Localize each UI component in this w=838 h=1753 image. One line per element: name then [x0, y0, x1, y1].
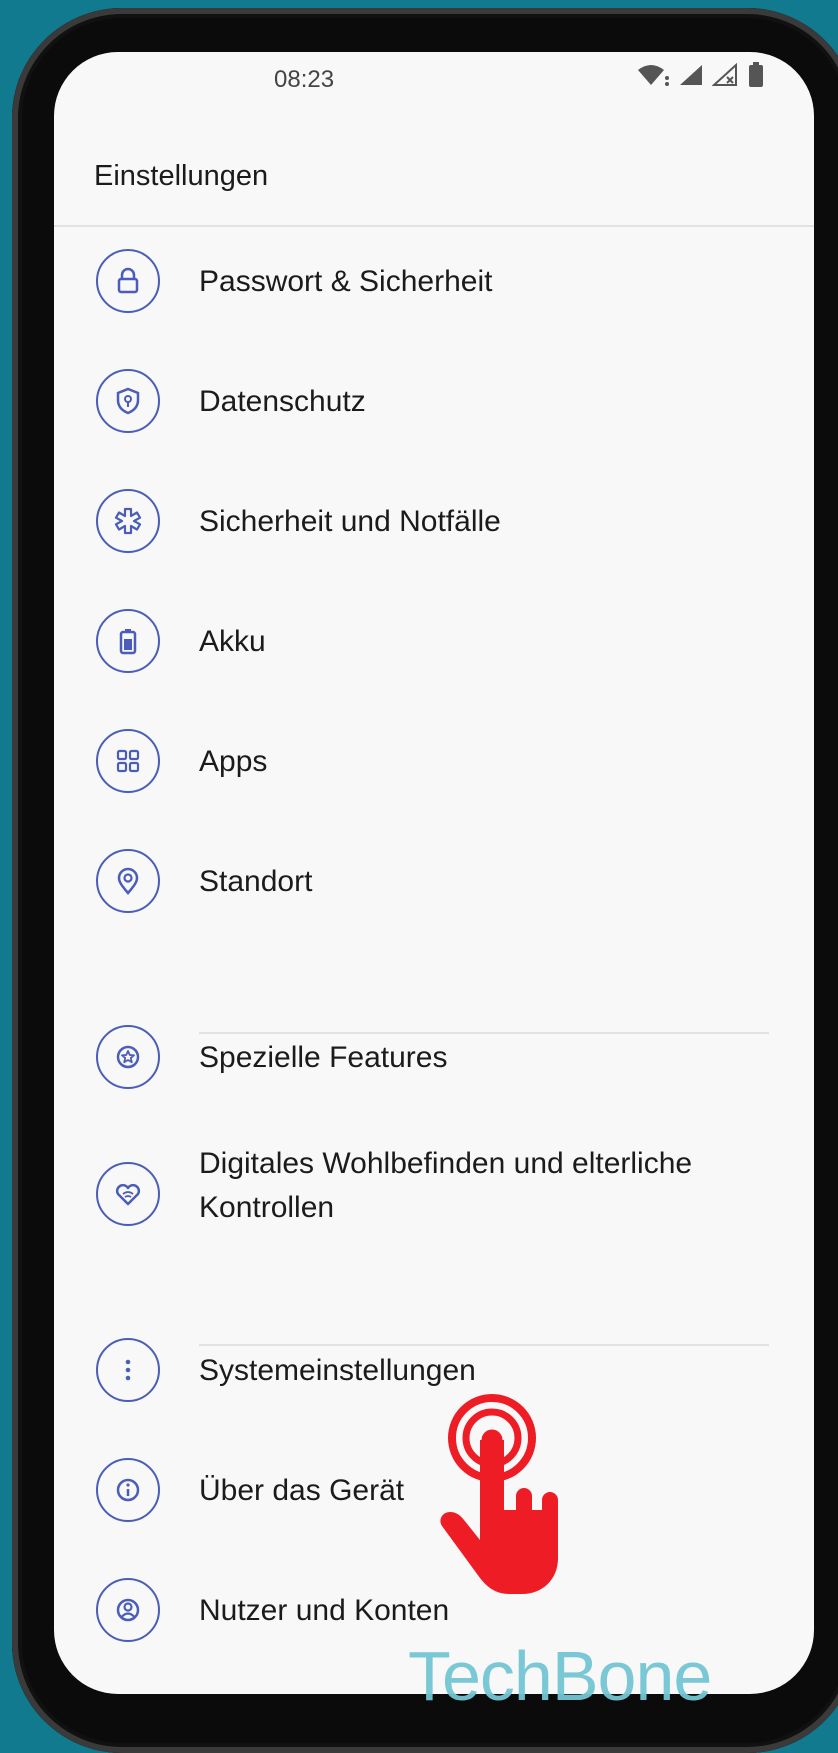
- battery-icon: [96, 609, 160, 673]
- battery-status-icon: [748, 62, 764, 88]
- settings-item-label: Datenschutz: [199, 385, 366, 418]
- settings-item-apps[interactable]: Apps: [54, 708, 814, 818]
- settings-item-special-features[interactable]: Spezielle Features: [54, 1004, 814, 1114]
- status-icons: [636, 62, 764, 88]
- settings-item-label: Nutzer und Konten: [199, 1594, 450, 1627]
- settings-item-privacy[interactable]: Datenschutz: [54, 348, 814, 458]
- page-title: Einstellungen: [94, 160, 269, 192]
- settings-item-system-settings[interactable]: Systemeinstellungen: [54, 1317, 814, 1427]
- settings-item-label: Akku: [199, 625, 266, 658]
- medical-star-icon: [96, 489, 160, 553]
- star-badge-icon: [96, 1025, 160, 1089]
- status-bar: 08:23: [54, 52, 814, 112]
- title-divider: [54, 225, 814, 227]
- shield-key-icon: [96, 369, 160, 433]
- status-time: 08:23: [274, 66, 335, 93]
- settings-item-label: Standort: [199, 865, 313, 898]
- more-vertical-icon: [96, 1338, 160, 1402]
- settings-screen: 08:23 Einstellungen Passwort & Sicherhei…: [54, 52, 814, 1694]
- settings-item-battery[interactable]: Akku: [54, 588, 814, 698]
- apps-grid-icon: [96, 729, 160, 793]
- settings-item-password-security[interactable]: Passwort & Sicherheit: [54, 228, 814, 338]
- settings-item-digital-wellbeing[interactable]: Digitales Wohlbefinden und elterliche Ko…: [54, 1128, 814, 1258]
- settings-item-label: Spezielle Features: [199, 1041, 448, 1074]
- settings-item-label: Systemeinstellungen: [199, 1354, 476, 1387]
- settings-item-location[interactable]: Standort: [54, 828, 814, 938]
- settings-item-about-device[interactable]: Über das Gerät: [54, 1437, 814, 1547]
- signal-icon: [678, 63, 704, 87]
- info-icon: [96, 1458, 160, 1522]
- tap-hand-icon: [438, 1388, 578, 1603]
- wifi-icon: [636, 63, 670, 87]
- location-pin-icon: [96, 849, 160, 913]
- settings-item-label: Sicherheit und Notfälle: [199, 505, 501, 538]
- settings-item-label: Über das Gerät: [199, 1474, 405, 1507]
- settings-item-safety-emergency[interactable]: Sicherheit und Notfälle: [54, 468, 814, 578]
- settings-item-label: Apps: [199, 745, 268, 778]
- signal-no-sim-icon: [712, 63, 740, 87]
- lock-icon: [96, 249, 160, 313]
- watermark-logo: TechBone: [408, 1637, 712, 1715]
- heart-icon: [96, 1162, 160, 1226]
- settings-item-label: Digitales Wohlbefinden und elterliche Ko…: [199, 1147, 693, 1224]
- settings-item-label: Passwort & Sicherheit: [199, 265, 493, 298]
- user-circle-icon: [96, 1578, 160, 1642]
